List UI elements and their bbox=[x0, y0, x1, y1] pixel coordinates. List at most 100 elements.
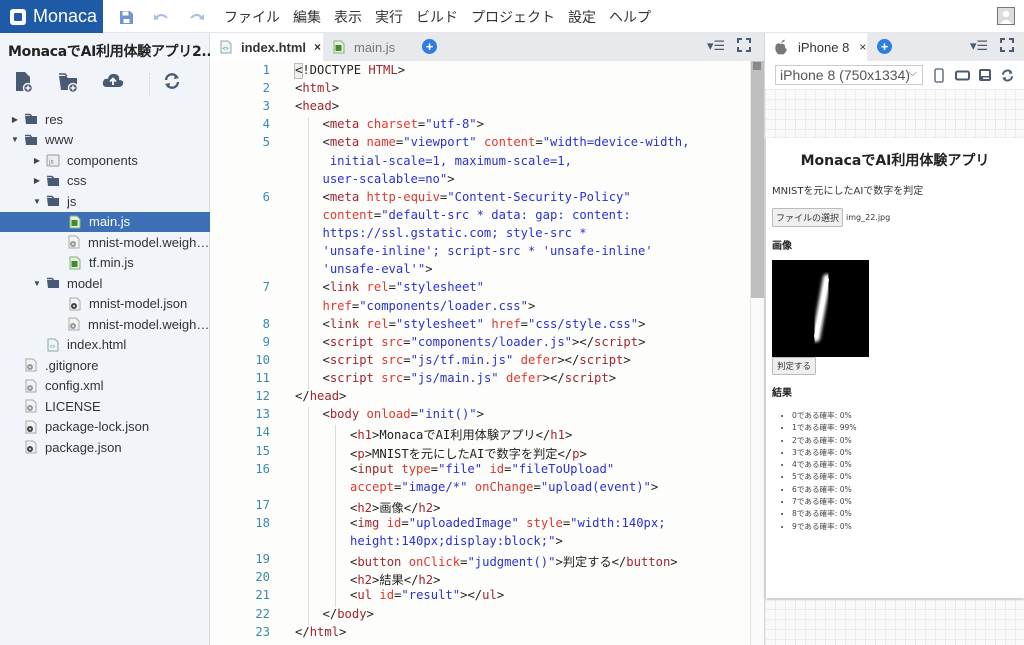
tree-item[interactable]: LICENSE bbox=[0, 396, 210, 417]
expand-arrow-icon[interactable]: ▶ bbox=[32, 156, 42, 165]
tab-list-menu-icon[interactable]: ▾☰ bbox=[707, 38, 725, 54]
add-preview-tab-icon[interactable]: + bbox=[877, 39, 892, 54]
tree-item[interactable]: tf.min.js bbox=[0, 253, 210, 274]
code-token: onload bbox=[366, 407, 411, 422]
preview-tab-list-menu-icon[interactable]: ▾☰ bbox=[970, 38, 988, 54]
tab-iphone-8[interactable]: iPhone 8 × bbox=[765, 33, 867, 61]
code-token: = bbox=[410, 407, 418, 422]
code-token: href bbox=[322, 298, 352, 313]
portrait-icon[interactable] bbox=[931, 67, 947, 83]
new-file-icon[interactable] bbox=[14, 71, 36, 94]
code-token: > bbox=[447, 171, 455, 186]
code-token: > bbox=[527, 298, 536, 313]
menu-file[interactable]: ファイル bbox=[224, 7, 280, 27]
code-token: < bbox=[322, 316, 330, 331]
code-token: < bbox=[322, 371, 330, 386]
tree-item[interactable]: <> index.html bbox=[0, 335, 210, 356]
choose-file-button[interactable]: ファイルの選択 bbox=[772, 208, 844, 227]
code-token: charset bbox=[366, 117, 418, 132]
code-token: src bbox=[381, 352, 404, 367]
tree-item-label: mnist-model.json bbox=[89, 296, 188, 312]
code-token: "judgment()" bbox=[467, 555, 556, 570]
code-token: script bbox=[579, 352, 624, 367]
code-token: html bbox=[302, 81, 332, 96]
tab-index-html[interactable]: <> index.html × bbox=[210, 33, 323, 61]
expand-arrow-icon[interactable]: ▶ bbox=[10, 115, 20, 124]
menu-run[interactable]: 実行 bbox=[375, 7, 403, 27]
expand-arrow-icon[interactable]: ▶ bbox=[32, 176, 42, 185]
tree-item[interactable]: ▼ js bbox=[0, 191, 210, 212]
code-token: script bbox=[329, 371, 374, 386]
editor-scrollbar[interactable] bbox=[750, 61, 764, 645]
code-line: <head> bbox=[295, 99, 339, 113]
device-select[interactable]: iPhone 8 (750x1334) ⌵ bbox=[775, 65, 923, 85]
menu-help[interactable]: ヘルプ bbox=[609, 7, 651, 27]
menu-view[interactable]: 表示 bbox=[334, 7, 362, 27]
tree-item[interactable]: config.xml bbox=[0, 376, 210, 397]
code-token: > bbox=[650, 479, 659, 494]
tree-item[interactable]: ▶ css bbox=[0, 171, 210, 192]
code-token: initial-scale=1, maximum-scale=1, bbox=[322, 153, 572, 168]
collapse-arrow-icon[interactable]: ▼ bbox=[32, 279, 42, 288]
new-folder-icon[interactable] bbox=[58, 71, 80, 94]
tab-main-js[interactable]: main.js bbox=[323, 33, 415, 61]
tree-item[interactable]: ▼ model bbox=[0, 273, 210, 294]
line-number: 20 bbox=[255, 570, 270, 585]
code-token: > bbox=[476, 117, 484, 132]
tree-item[interactable]: mnist-model.weights… bbox=[0, 314, 210, 335]
tree-item[interactable]: package.json bbox=[0, 437, 210, 458]
tree-item[interactable]: .gitignore bbox=[0, 355, 210, 376]
reload-preview-icon[interactable] bbox=[999, 67, 1015, 83]
tree-item[interactable]: ▶ res bbox=[0, 109, 210, 130]
judge-button[interactable]: 判定する bbox=[772, 357, 817, 375]
upload-cloud-icon[interactable] bbox=[102, 71, 124, 93]
code-token: style bbox=[526, 516, 563, 530]
tree-item[interactable]: main.js bbox=[0, 211, 210, 232]
code-token: = bbox=[535, 135, 543, 150]
tree-item[interactable]: mnist-model.weights… bbox=[0, 232, 210, 253]
refresh-icon[interactable] bbox=[162, 71, 184, 93]
tree-item[interactable]: package-lock.json bbox=[0, 417, 210, 438]
menu-build[interactable]: ビルド bbox=[416, 7, 458, 27]
preview-tab-close-icon[interactable]: × bbox=[859, 40, 866, 54]
menu-settings[interactable]: 設定 bbox=[568, 7, 596, 27]
code-token: < bbox=[322, 189, 330, 204]
user-avatar[interactable] bbox=[997, 7, 1015, 25]
code-token: src bbox=[381, 371, 404, 386]
code-token: > bbox=[638, 316, 646, 331]
tab-close-icon[interactable]: × bbox=[314, 40, 321, 54]
code-token: > bbox=[425, 262, 433, 277]
maximize-icon[interactable] bbox=[737, 38, 751, 57]
code-token: > bbox=[579, 446, 587, 461]
menu-edit[interactable]: 編集 bbox=[293, 7, 321, 27]
save-icon[interactable] bbox=[117, 8, 135, 26]
code-line: <p>MNISTを元にしたAIで数字を判定</p> bbox=[350, 444, 587, 462]
code-token: script bbox=[329, 334, 374, 349]
line-number: 2 bbox=[262, 81, 270, 96]
tree-item[interactable]: ▼ www bbox=[0, 130, 210, 151]
code-area[interactable]: 1 <!DOCTYPE HTML> 2 <html> 3 <head> 4 <meta cha… bbox=[210, 61, 750, 645]
code-line: <!DOCTYPE HTML> bbox=[295, 63, 405, 77]
code-line: https://ssl.gstatic.com; style-src * bbox=[323, 226, 587, 240]
line-number: 7 bbox=[262, 280, 270, 295]
tree-item[interactable]: mnist-model.json bbox=[0, 294, 210, 315]
redo-icon[interactable] bbox=[188, 8, 206, 26]
undo-icon[interactable] bbox=[152, 8, 170, 26]
project-sidebar: MonacaでAI利用体験アプリ2... ▶ res ▼ www ▶ js componen… bbox=[0, 33, 217, 645]
monaca-logo[interactable]: Monaca bbox=[0, 0, 103, 33]
landscape-icon[interactable] bbox=[954, 67, 970, 83]
menu-project[interactable]: プロジェクト bbox=[471, 7, 555, 27]
code-token: = bbox=[403, 352, 411, 367]
code-token: "Content-Security-Policy" bbox=[447, 189, 631, 204]
screenshot-icon[interactable] bbox=[977, 67, 993, 83]
preview-maximize-icon[interactable] bbox=[1000, 38, 1014, 57]
tree-item-label: www bbox=[45, 132, 74, 148]
collapse-arrow-icon[interactable]: ▼ bbox=[10, 135, 20, 144]
code-token: h2 bbox=[357, 573, 373, 588]
add-tab-icon[interactable]: + bbox=[422, 39, 437, 54]
code-line: <script src="components/loader.js"></scr… bbox=[323, 335, 646, 349]
code-token: </ bbox=[322, 606, 338, 621]
collapse-arrow-icon[interactable]: ▼ bbox=[32, 197, 42, 206]
scrollbar-thumb[interactable] bbox=[751, 61, 764, 298]
tree-item[interactable]: ▶ js components bbox=[0, 150, 210, 171]
